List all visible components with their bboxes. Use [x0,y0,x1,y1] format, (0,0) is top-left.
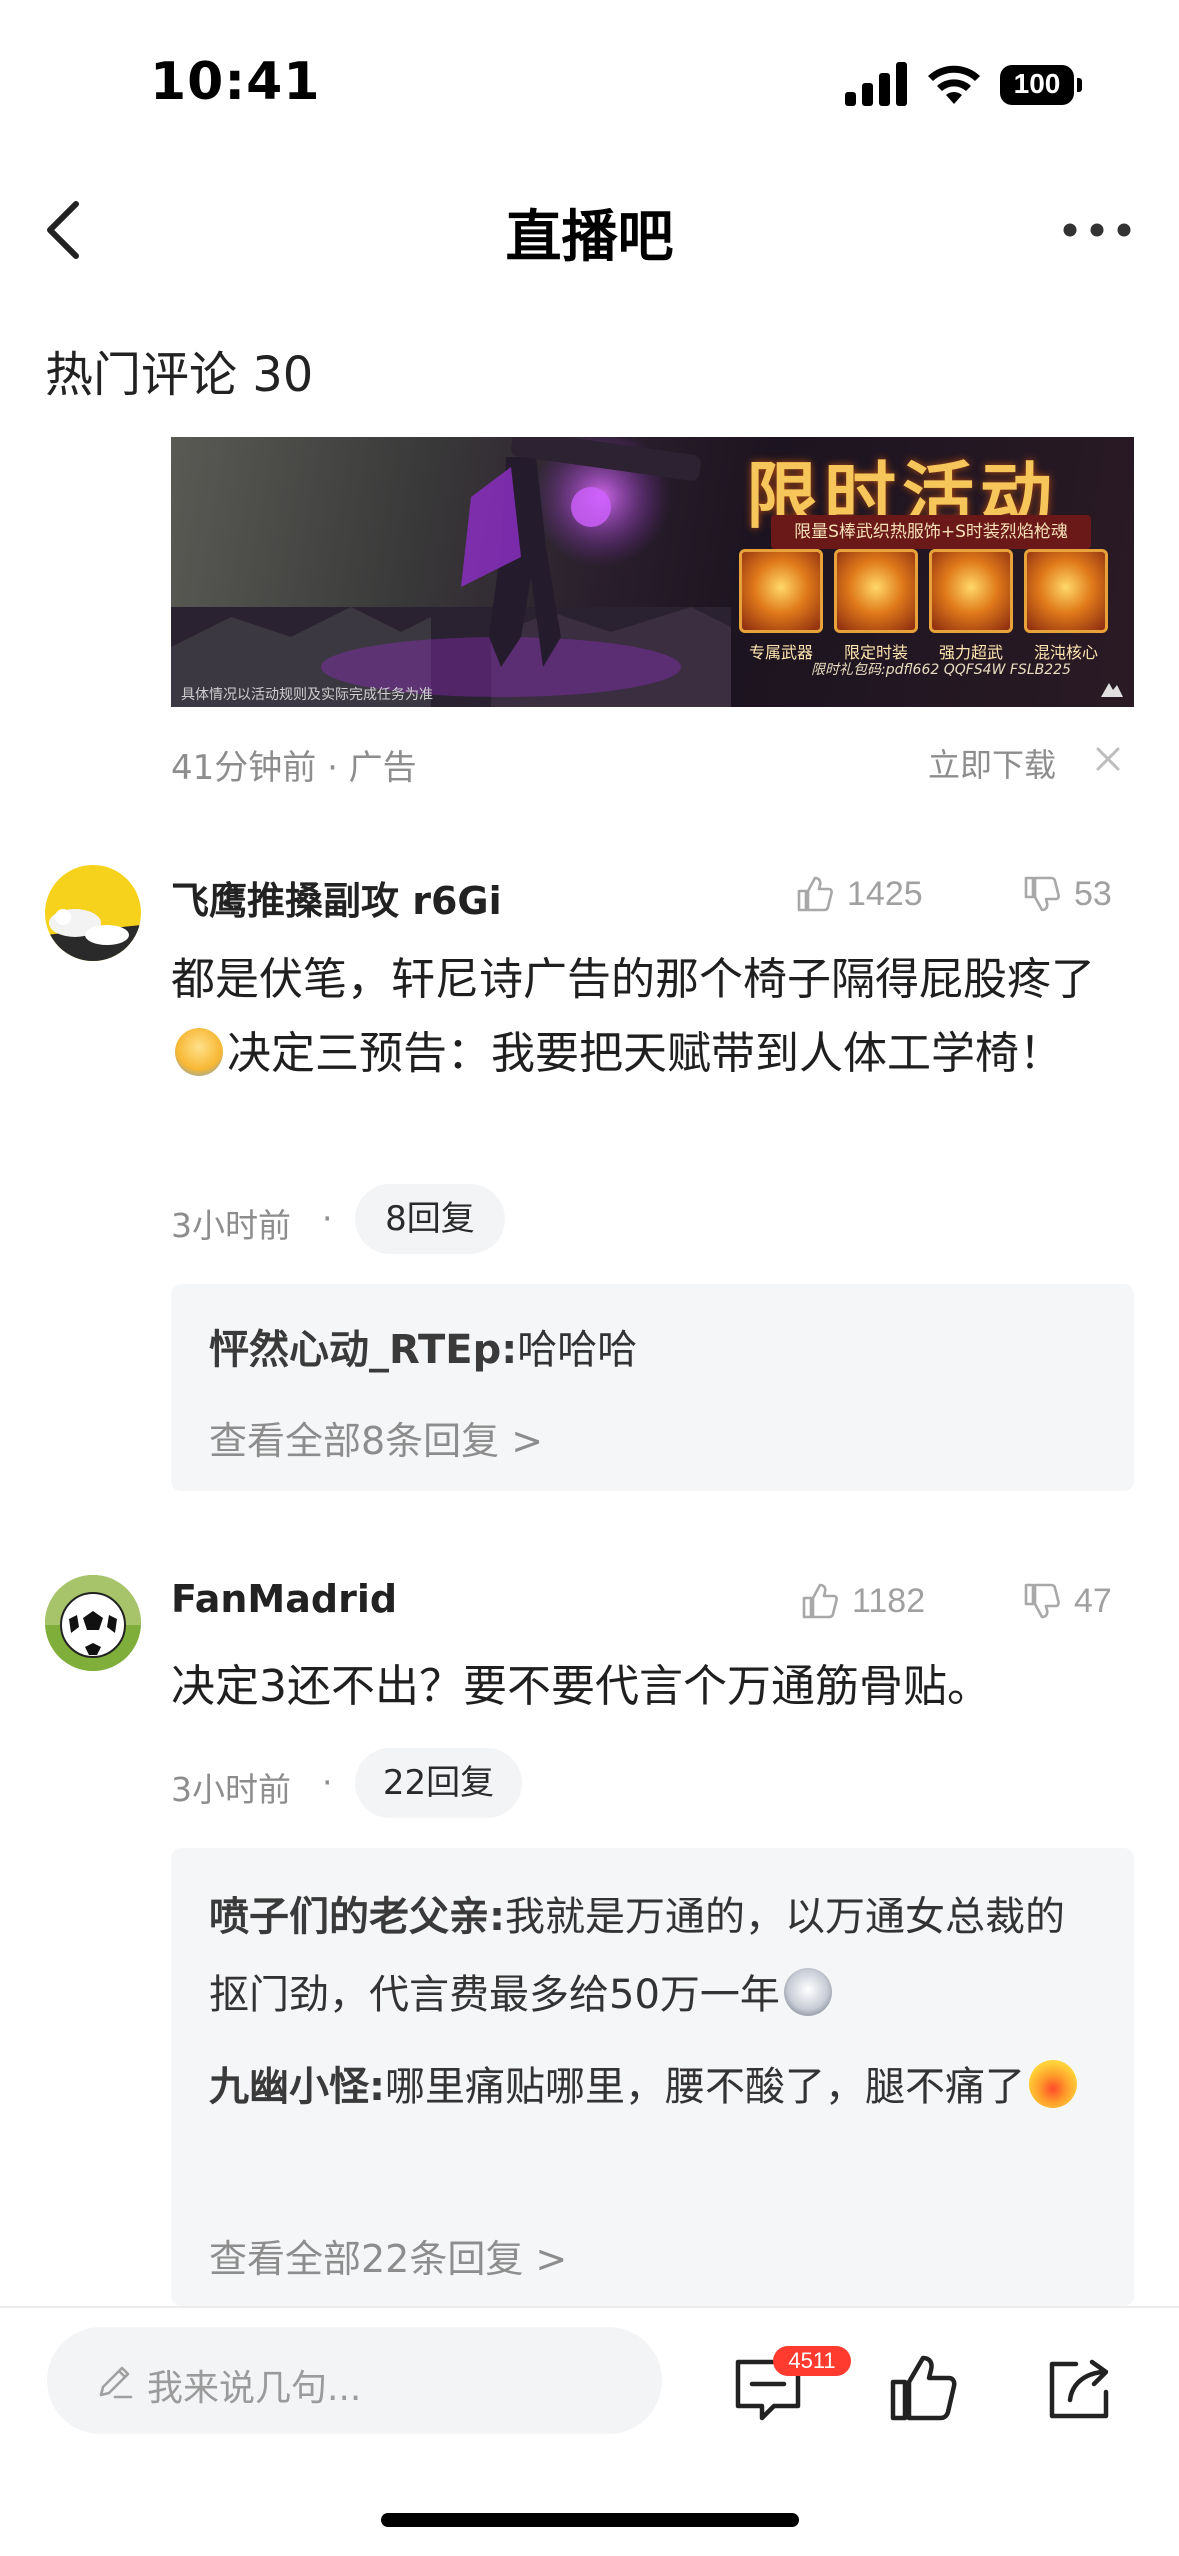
comment-username[interactable]: FanMadrid [171,1577,397,1621]
like-button[interactable]: 1182 [800,1579,925,1623]
battery-level: 100 [1013,68,1061,99]
comment-input[interactable]: 我来说几句... [47,2327,662,2434]
ad-item-icon [739,549,823,633]
dislike-button[interactable]: 53 [1022,872,1112,916]
meta-separator: · [322,1763,333,1802]
reply-username[interactable]: 九幽小怪 [209,2064,369,2110]
reply-username[interactable]: 怦然心动_RTEp [209,1327,501,1373]
close-icon[interactable] [1095,746,1121,772]
wifi-icon [928,65,980,104]
ad-meta: 41分钟前 · 广告 [171,748,417,788]
ad-download-button[interactable]: 立即下载 [928,740,1056,786]
thumbs-up-icon [802,1583,838,1619]
page-title: 直播吧 [505,205,674,270]
thumbs-up-icon [797,876,833,912]
nav-bar: 直播吧 [0,170,1179,290]
status-time: 10:41 [150,52,321,112]
comment-text: 都是伏笔，轩尼诗广告的那个椅子隔得屁股疼了决定三预告：我要把天赋带到人体工学椅！ [171,943,1131,1091]
view-all-replies-link[interactable]: 查看全部22条回复 > [209,2228,567,2283]
reply-item[interactable]: 怦然心动_RTEp:哈哈哈 [209,1317,1099,1383]
reply-preview-box[interactable]: 喷子们的老父亲:我就是万通的，以万通女总裁的抠门劲，代言费最多给50万一年 九幽… [171,1848,1134,2306]
reply-count-button[interactable]: 8回复 [355,1184,505,1254]
dislike-button[interactable]: 47 [1022,1579,1112,1623]
comment-time: 3小时前 [171,1206,291,1245]
reply-separator: : [369,2064,385,2110]
comment-text-part: 决定三预告：我要把天赋带到人体工学椅！ [227,1028,1063,1079]
battery-icon: 100 [1000,65,1082,105]
like-button[interactable]: 1425 [795,872,923,916]
comment-time: 3小时前 [171,1770,291,1809]
dislike-count: 47 [1074,1581,1112,1620]
reply-separator: : [489,1894,505,1940]
comment-input-placeholder: 我来说几句... [147,2368,362,2409]
cellular-signal-icon [845,62,907,106]
ad-banner[interactable]: 限时活动 限量S棒武织热服饰+S时装烈焰枪魂 专属武器 限定时装 强力超武 混沌… [171,437,1134,707]
more-options-icon[interactable] [1062,222,1132,238]
ad-gift-code: 限时礼包码:pdfl662 QQFS4W FSLB225 [811,662,1071,678]
embarrassed-emoji-icon [175,1028,223,1076]
laughing-emoji-icon [1029,2060,1077,2108]
husky-emoji-icon [783,1968,832,2016]
ad-item-icon [834,549,918,633]
ad-brand-logo-icon [1101,683,1123,697]
reply-separator: : [501,1327,518,1373]
view-all-replies-link[interactable]: 查看全部8条回复 > [209,1410,543,1465]
comment-text-part: 都是伏笔，轩尼诗广告的那个椅子隔得屁股疼了 [171,954,1095,1005]
ad-disclaimer: 具体情况以活动规则及实际完成任务为准 [181,687,433,703]
avatar[interactable] [45,1575,141,1671]
status-bar: 10:41 100 [0,0,1179,170]
meta-separator: · [322,1199,333,1238]
ad-item-icon [1024,549,1108,633]
share-icon[interactable] [1040,2348,1120,2428]
like-count: 1425 [847,874,923,913]
reply-count-button[interactable]: 22回复 [355,1748,522,1818]
ad-subtitle: 限量S棒武织热服饰+S时装烈焰枪魂 [771,515,1091,549]
reply-preview-box[interactable]: 怦然心动_RTEp:哈哈哈 查看全部8条回复 > [171,1284,1134,1491]
comment-text: 决定3还不出？要不要代言个万通筋骨贴。 [171,1661,991,1712]
thumbs-up-icon[interactable] [883,2348,963,2428]
like-count: 1182 [852,1581,926,1620]
home-indicator[interactable] [381,2513,799,2527]
hot-comments-heading: 热门评论 30 [45,347,314,403]
reply-item[interactable]: 喷子们的老父亲:我就是万通的，以万通女总裁的抠门劲，代言费最多给50万一年 [209,1878,1099,2034]
reply-username[interactable]: 喷子们的老父亲 [209,1894,489,1940]
avatar[interactable] [45,865,141,961]
thumbs-down-icon [1024,876,1060,912]
reply-item[interactable]: 九幽小怪:哪里痛贴哪里，腰不酸了，腿不痛了 [209,2048,1099,2126]
comment-username[interactable]: 飞鹰推搡副攻 r6Gi [171,870,502,925]
comment-count-badge: 4511 [773,2346,851,2376]
thumbs-down-icon [1024,1583,1060,1619]
reply-text: 哪里痛贴哪里，腰不酸了，腿不痛了 [385,2064,1025,2110]
ad-item-icon [929,549,1013,633]
dislike-count: 53 [1074,874,1112,913]
reply-text: 哈哈哈 [517,1327,638,1373]
pencil-icon [99,2366,133,2399]
